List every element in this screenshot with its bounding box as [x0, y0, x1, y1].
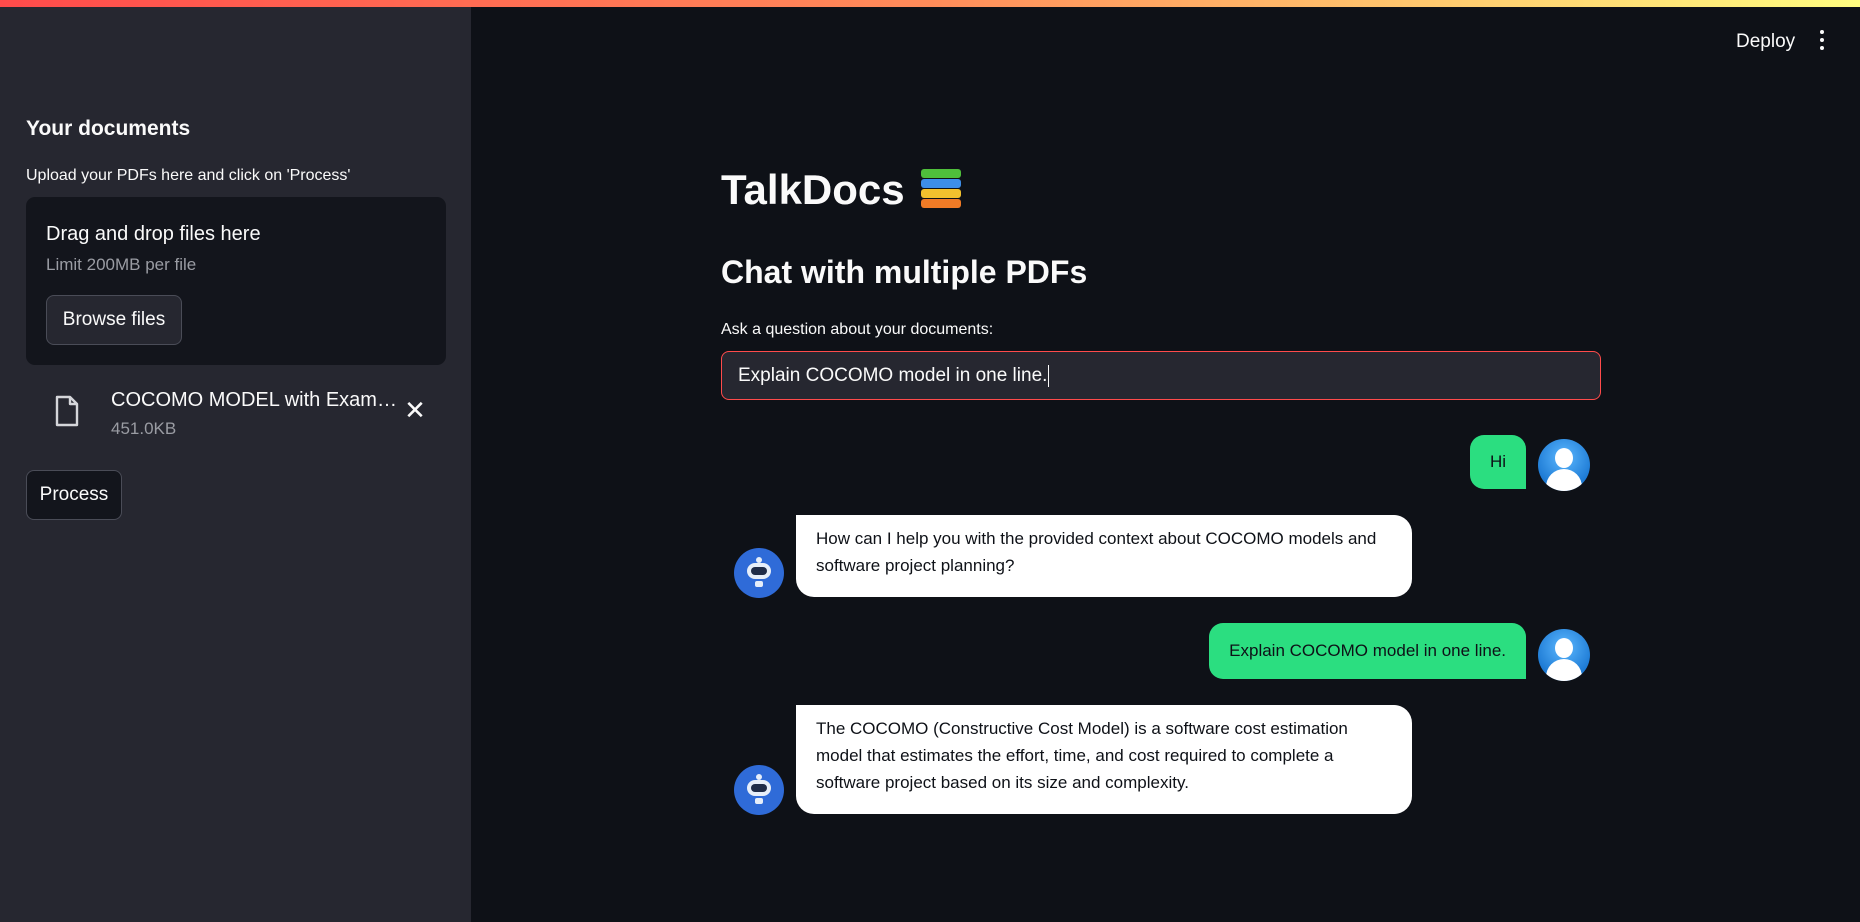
dropzone-title: Drag and drop files here: [46, 223, 261, 245]
kebab-menu-icon[interactable]: [1818, 30, 1826, 54]
text-caret: [1048, 364, 1050, 387]
user-avatar-icon: [1538, 439, 1590, 491]
user-message: Hi: [1469, 435, 1526, 489]
upload-label: Upload your PDFs here and click on 'Proc…: [26, 167, 351, 184]
uploaded-file-item: COCOMO MODEL with Exampl... 451.0KB ✕: [26, 385, 446, 445]
bot-avatar-icon: [734, 765, 784, 815]
file-icon: [55, 395, 79, 427]
bot-message: The COCOMO (Constructive Cost Model) is …: [796, 705, 1412, 814]
sidebar-title: Your documents: [26, 117, 191, 140]
page-title-text: TalkDocs: [721, 166, 905, 213]
process-button[interactable]: Process: [26, 470, 122, 520]
question-input[interactable]: Explain COCOMO model in one line.: [721, 351, 1601, 400]
file-dropzone[interactable]: Drag and drop files here Limit 200MB per…: [26, 197, 446, 365]
page-title: TalkDocs: [721, 166, 963, 214]
question-input-value: Explain COCOMO model in one line.: [738, 364, 1048, 386]
bot-avatar-icon: [734, 548, 784, 598]
bot-message: How can I help you with the provided con…: [796, 515, 1412, 597]
user-message: Explain COCOMO model in one line.: [1209, 623, 1526, 679]
question-label: Ask a question about your documents:: [721, 321, 994, 338]
browse-files-button[interactable]: Browse files: [46, 295, 182, 345]
remove-file-close-icon[interactable]: ✕: [402, 397, 428, 423]
sidebar: Your documents Upload your PDFs here and…: [0, 7, 471, 922]
user-avatar-icon: [1538, 629, 1590, 681]
file-size: 451.0KB: [111, 419, 177, 438]
page-subtitle: Chat with multiple PDFs: [721, 254, 1088, 290]
deploy-button[interactable]: Deploy: [1736, 31, 1795, 53]
top-decoration-bar: [0, 0, 1860, 7]
file-name: COCOMO MODEL with Exampl...: [111, 389, 401, 411]
dropzone-limit: Limit 200MB per file: [46, 255, 197, 274]
books-icon: [919, 168, 963, 212]
